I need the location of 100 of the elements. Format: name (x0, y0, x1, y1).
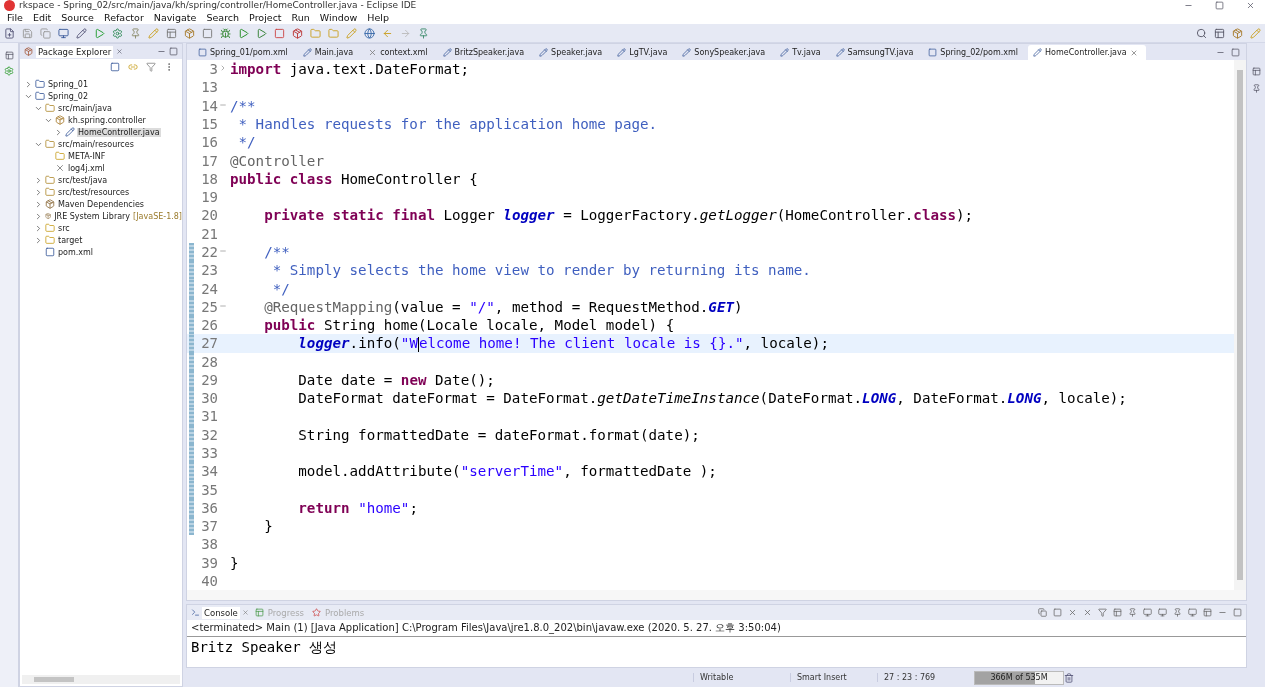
console-toolbar-icon[interactable] (1203, 608, 1212, 617)
maximize-icon[interactable] (169, 47, 178, 56)
tree-item[interactable]: target (57, 235, 84, 245)
forward-icon[interactable] (400, 27, 411, 39)
console-toolbar-icon[interactable] (1158, 608, 1167, 617)
tree-item[interactable]: Spring_01 (47, 79, 89, 89)
console-toolbar-icon[interactable] (1173, 608, 1182, 617)
code-line: /** (230, 97, 256, 114)
tree-item[interactable]: log4j.xml (67, 163, 106, 173)
maximize-button[interactable] (1215, 1, 1224, 10)
console-toolbar-icon[interactable] (1113, 608, 1122, 617)
tree-item[interactable]: Spring_02 (47, 91, 89, 101)
project-icon (35, 91, 45, 101)
globe-icon[interactable] (364, 27, 375, 39)
horizontal-scrollbar[interactable] (22, 675, 180, 684)
menu-item[interactable]: Help (362, 11, 394, 24)
menu-item[interactable]: Refactor (98, 11, 149, 24)
editor-tab[interactable]: LgTV.java (612, 45, 676, 60)
close-icon[interactable] (1129, 48, 1138, 57)
tree-item[interactable]: src/main/resources (57, 139, 135, 149)
menu-item[interactable]: Edit (27, 11, 57, 24)
code-line: model.addAttribute("serverTime", formattedDate ); (297, 463, 717, 480)
console-toolbar-icon[interactable] (1098, 608, 1107, 617)
filter-icon[interactable] (146, 62, 156, 72)
source-folder-icon (45, 103, 55, 113)
tree-item[interactable]: Maven Dependencies (57, 199, 145, 209)
editor-tab[interactable]: SamsungTV.java (830, 45, 922, 60)
pin-icon[interactable] (130, 27, 141, 39)
save-all-icon[interactable] (40, 27, 51, 39)
play-icon[interactable] (238, 27, 249, 39)
tree-item[interactable]: JRE System Library (53, 211, 132, 221)
monitor-icon[interactable] (58, 27, 69, 39)
box-icon[interactable] (292, 27, 303, 39)
line-number: 26 (200, 317, 218, 334)
menu-item[interactable]: Window (314, 11, 363, 24)
tree-item[interactable]: HomeController.java (77, 127, 161, 137)
stop-icon[interactable] (274, 27, 285, 39)
unfold-icon[interactable] (219, 64, 227, 73)
close-icon[interactable] (241, 609, 249, 616)
gear-icon[interactable] (112, 27, 123, 39)
console-tab[interactable]: Console (202, 606, 240, 619)
layout-icon[interactable] (166, 27, 177, 39)
editor-tab[interactable]: Main.java (297, 45, 362, 60)
code-line: } (230, 554, 239, 571)
link-icon[interactable] (128, 62, 138, 72)
console-toolbar-icon[interactable] (1188, 608, 1197, 617)
tree-item[interactable]: src/main/java (57, 103, 113, 113)
console-toolbar-icon[interactable] (1053, 608, 1062, 617)
folder-icon[interactable] (310, 27, 321, 39)
menu-item[interactable]: Navigate (148, 11, 202, 24)
tree-item[interactable]: pom.xml (57, 247, 95, 257)
run-dropdown-icon[interactable] (256, 27, 267, 39)
tree-item[interactable]: src/test/resources (57, 187, 131, 197)
menu-item[interactable]: Project (244, 11, 287, 24)
editor-tab[interactable]: SonySpeaker.java (677, 45, 774, 60)
line-number: 13 (200, 79, 218, 96)
menu-item[interactable]: Search (201, 11, 245, 24)
editor-tab[interactable]: Spring_01/pom.xml (193, 45, 296, 60)
perspective-icon[interactable] (1214, 27, 1225, 39)
horizontal-scrollbar[interactable] (187, 590, 1246, 600)
console-toolbar-icon[interactable] (1083, 608, 1092, 617)
trash-icon[interactable] (1064, 672, 1074, 683)
bug-icon[interactable] (220, 27, 231, 39)
editor-tab[interactable]: Spring_02/pom.xml (923, 45, 1027, 60)
new-file-icon[interactable] (4, 27, 15, 39)
tree-item[interactable]: src (57, 223, 71, 233)
package-explorer-icon[interactable] (24, 47, 33, 56)
square-icon[interactable] (202, 27, 213, 39)
console-toolbar-icon[interactable] (1068, 608, 1077, 617)
console-toolbar-icon[interactable] (1143, 608, 1152, 617)
status-mode: Writable (693, 673, 790, 682)
code-line: @Controller (230, 152, 324, 169)
collapse-all-icon[interactable] (110, 62, 120, 72)
pencil-icon[interactable] (76, 27, 87, 39)
menu-item[interactable]: File (2, 11, 28, 24)
save-icon[interactable] (22, 27, 33, 39)
tree-item[interactable]: kh.spring.controller (67, 115, 147, 125)
menu-item[interactable]: Source (56, 11, 99, 24)
back-icon[interactable] (382, 27, 393, 39)
package-icon[interactable] (184, 27, 195, 39)
console-toolbar-icon[interactable] (1128, 608, 1137, 617)
editor-tab[interactable]: HomeController.java (1028, 45, 1146, 60)
search-icon[interactable] (1196, 27, 1207, 39)
heap-text: 366M of 535M (990, 673, 1048, 682)
close-button[interactable] (1246, 1, 1255, 10)
run-icon[interactable] (94, 27, 105, 39)
close-icon[interactable] (116, 48, 124, 55)
editor-tab[interactable]: Speaker.java (534, 45, 611, 60)
editor-tab[interactable]: context.xml (363, 45, 436, 60)
vertical-scrollbar[interactable] (1234, 60, 1246, 590)
highlight-icon[interactable] (148, 27, 159, 39)
open-folder-icon[interactable] (328, 27, 339, 39)
console-toolbar-icon[interactable] (1038, 608, 1047, 617)
package-explorer-tab[interactable]: Package Explorer (36, 45, 114, 58)
tree-item[interactable]: src/test/java (57, 175, 109, 185)
menu-item[interactable]: Run (286, 11, 315, 24)
tree-item[interactable]: META-INF (67, 151, 107, 161)
editor-tab[interactable]: Tv.java (775, 45, 829, 60)
editor-tab[interactable]: BritzSpeaker.java (437, 45, 533, 60)
maximize-icon[interactable] (1231, 48, 1240, 57)
